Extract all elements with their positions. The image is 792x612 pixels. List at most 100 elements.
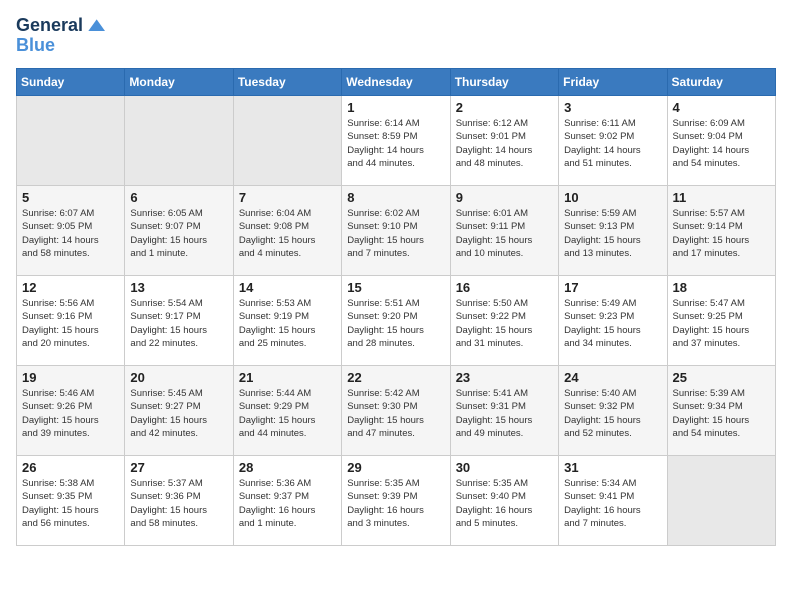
day-info: Sunrise: 6:04 AMSunset: 9:08 PMDaylight:…	[239, 207, 336, 260]
calendar-cell	[233, 96, 341, 186]
week-row-4: 19 Sunrise: 5:46 AMSunset: 9:26 PMDayligh…	[17, 366, 776, 456]
day-info: Sunrise: 5:44 AMSunset: 9:29 PMDaylight:…	[239, 387, 336, 440]
calendar-cell: 13Sunrise: 5:54 AMSunset: 9:17 PMDayligh…	[125, 276, 233, 366]
day-number: 17	[564, 280, 661, 295]
weekday-header-friday: Friday	[559, 69, 667, 96]
day-info: Sunrise: 5:57 AMSunset: 9:14 PMDaylight:…	[673, 207, 770, 260]
day-info: Sunrise: 6:12 AMSunset: 9:01 PMDaylight:…	[456, 117, 553, 170]
day-info: Sunrise: 5:38 AMSunset: 9:35 PMDaylight:…	[22, 477, 119, 530]
weekday-header-monday: Monday	[125, 69, 233, 96]
day-number: 28	[239, 460, 336, 475]
day-number: 22	[347, 370, 444, 385]
day-number: 25	[673, 370, 770, 385]
calendar-cell: 16 Sunrise: 5:50 AMSunset: 9:22 PMDayligh…	[450, 276, 558, 366]
day-number: 26	[22, 460, 119, 475]
calendar-cell: 9Sunrise: 6:01 AMSunset: 9:11 PMDaylight…	[450, 186, 558, 276]
day-info: Sunrise: 5:36 AMSunset: 9:37 PMDaylight:…	[239, 477, 336, 530]
calendar-cell	[125, 96, 233, 186]
day-info: Sunrise: 5:53 AMSunset: 9:19 PMDaylight:…	[239, 297, 336, 350]
calendar-cell: 4Sunrise: 6:09 AMSunset: 9:04 PMDaylight…	[667, 96, 775, 186]
week-row-2: 5Sunrise: 6:07 AMSunset: 9:05 PMDaylight…	[17, 186, 776, 276]
calendar-cell: 3 Sunrise: 6:11 AMSunset: 9:02 PMDaylight…	[559, 96, 667, 186]
day-number: 10	[564, 190, 661, 205]
day-info: Sunrise: 5:37 AMSunset: 9:36 PMDaylight:…	[130, 477, 227, 530]
weekday-header-wednesday: Wednesday	[342, 69, 450, 96]
weekday-header-thursday: Thursday	[450, 69, 558, 96]
calendar-cell: 17 Sunrise: 5:49 AMSunset: 9:23 PMDayligh…	[559, 276, 667, 366]
weekday-header-sunday: Sunday	[17, 69, 125, 96]
calendar-cell	[17, 96, 125, 186]
calendar-cell: 5Sunrise: 6:07 AMSunset: 9:05 PMDaylight…	[17, 186, 125, 276]
day-number: 8	[347, 190, 444, 205]
day-number: 7	[239, 190, 336, 205]
day-number: 24	[564, 370, 661, 385]
calendar-cell: 24 Sunrise: 5:40 AMSunset: 9:32 PMDayligh…	[559, 366, 667, 456]
weekday-header-saturday: Saturday	[667, 69, 775, 96]
day-info: Sunrise: 5:42 AMSunset: 9:30 PMDaylight:…	[347, 387, 444, 440]
calendar-cell: 26 Sunrise: 5:38 AMSunset: 9:35 PMDayligh…	[17, 456, 125, 546]
day-number: 11	[673, 190, 770, 205]
logo-text: General Blue	[16, 16, 105, 56]
day-number: 16	[456, 280, 553, 295]
day-number: 31	[564, 460, 661, 475]
day-info: Sunrise: 5:41 AMSunset: 9:31 PMDaylight:…	[456, 387, 553, 440]
day-number: 27	[130, 460, 227, 475]
day-info: Sunrise: 5:51 AMSunset: 9:20 PMDaylight:…	[347, 297, 444, 350]
day-info: Sunrise: 5:49 AMSunset: 9:23 PMDaylight:…	[564, 297, 661, 350]
day-number: 4	[673, 100, 770, 115]
day-info: Sunrise: 6:05 AMSunset: 9:07 PMDaylight:…	[130, 207, 227, 260]
day-number: 2	[456, 100, 553, 115]
calendar-cell: 27 Sunrise: 5:37 AMSunset: 9:36 PMDayligh…	[125, 456, 233, 546]
day-info: Sunrise: 5:35 AMSunset: 9:40 PMDaylight:…	[456, 477, 553, 530]
calendar-cell: 30 Sunrise: 5:35 AMSunset: 9:40 PMDayligh…	[450, 456, 558, 546]
calendar-cell: 23Sunrise: 5:41 AMSunset: 9:31 PMDayligh…	[450, 366, 558, 456]
day-info: Sunrise: 5:47 AMSunset: 9:25 PMDaylight:…	[673, 297, 770, 350]
week-row-3: 12 Sunrise: 5:56 AMSunset: 9:16 PMDayligh…	[17, 276, 776, 366]
day-info: Sunrise: 5:45 AMSunset: 9:27 PMDaylight:…	[130, 387, 227, 440]
day-number: 18	[673, 280, 770, 295]
calendar-cell: 15 Sunrise: 5:51 AMSunset: 9:20 PMDayligh…	[342, 276, 450, 366]
day-info: Sunrise: 5:34 AMSunset: 9:41 PMDaylight:…	[564, 477, 661, 530]
day-number: 29	[347, 460, 444, 475]
calendar-cell: 22 Sunrise: 5:42 AMSunset: 9:30 PMDayligh…	[342, 366, 450, 456]
calendar-cell: 2 Sunrise: 6:12 AMSunset: 9:01 PMDaylight…	[450, 96, 558, 186]
week-row-5: 26 Sunrise: 5:38 AMSunset: 9:35 PMDayligh…	[17, 456, 776, 546]
day-number: 1	[347, 100, 444, 115]
weekday-header-row: SundayMondayTuesdayWednesdayThursdayFrid…	[17, 69, 776, 96]
calendar-cell	[667, 456, 775, 546]
day-info: Sunrise: 5:35 AMSunset: 9:39 PMDaylight:…	[347, 477, 444, 530]
day-info: Sunrise: 5:54 AMSunset: 9:17 PMDaylight:…	[130, 297, 227, 350]
day-number: 30	[456, 460, 553, 475]
day-number: 15	[347, 280, 444, 295]
day-number: 5	[22, 190, 119, 205]
calendar-cell: 8 Sunrise: 6:02 AMSunset: 9:10 PMDaylight…	[342, 186, 450, 276]
day-number: 19	[22, 370, 119, 385]
day-info: Sunrise: 5:59 AMSunset: 9:13 PMDaylight:…	[564, 207, 661, 260]
calendar-cell: 1 Sunrise: 6:14 AMSunset: 8:59 PMDaylight…	[342, 96, 450, 186]
calendar-cell: 28 Sunrise: 5:36 AMSunset: 9:37 PMDayligh…	[233, 456, 341, 546]
day-info: Sunrise: 5:56 AMSunset: 9:16 PMDaylight:…	[22, 297, 119, 350]
day-info: Sunrise: 6:02 AMSunset: 9:10 PMDaylight:…	[347, 207, 444, 260]
day-info: Sunrise: 6:11 AMSunset: 9:02 PMDaylight:…	[564, 117, 661, 170]
day-info: Sunrise: 5:50 AMSunset: 9:22 PMDaylight:…	[456, 297, 553, 350]
day-info: Sunrise: 6:14 AMSunset: 8:59 PMDaylight:…	[347, 117, 444, 170]
day-info: Sunrise: 5:39 AMSunset: 9:34 PMDaylight:…	[673, 387, 770, 440]
day-number: 6	[130, 190, 227, 205]
page-header: General Blue	[16, 16, 776, 56]
week-row-1: 1 Sunrise: 6:14 AMSunset: 8:59 PMDaylight…	[17, 96, 776, 186]
calendar-cell: 6 Sunrise: 6:05 AMSunset: 9:07 PMDaylight…	[125, 186, 233, 276]
logo-icon	[85, 16, 105, 36]
logo: General Blue	[16, 16, 105, 56]
day-number: 9	[456, 190, 553, 205]
calendar-cell: 11 Sunrise: 5:57 AMSunset: 9:14 PMDayligh…	[667, 186, 775, 276]
day-number: 3	[564, 100, 661, 115]
calendar-cell: 19 Sunrise: 5:46 AMSunset: 9:26 PMDayligh…	[17, 366, 125, 456]
day-info: Sunrise: 5:40 AMSunset: 9:32 PMDaylight:…	[564, 387, 661, 440]
calendar-cell: 7 Sunrise: 6:04 AMSunset: 9:08 PMDaylight…	[233, 186, 341, 276]
day-info: Sunrise: 5:46 AMSunset: 9:26 PMDaylight:…	[22, 387, 119, 440]
day-number: 21	[239, 370, 336, 385]
day-number: 12	[22, 280, 119, 295]
day-number: 14	[239, 280, 336, 295]
calendar-cell: 29 Sunrise: 5:35 AMSunset: 9:39 PMDayligh…	[342, 456, 450, 546]
calendar-table: SundayMondayTuesdayWednesdayThursdayFrid…	[16, 68, 776, 546]
